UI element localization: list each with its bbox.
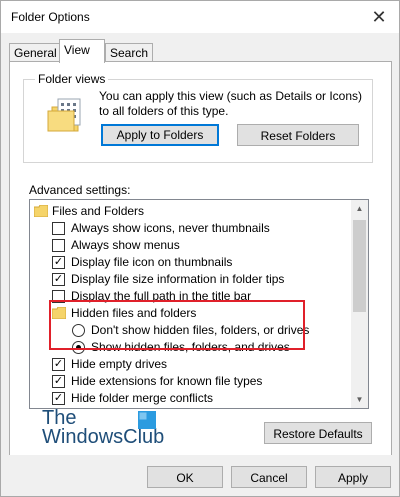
- cancel-button[interactable]: Cancel: [231, 466, 307, 488]
- checkbox-checked[interactable]: ✓: [52, 256, 65, 269]
- tab-search[interactable]: Search: [105, 43, 154, 62]
- ok-button[interactable]: OK: [147, 466, 223, 488]
- dialog-footer: OK Cancel Apply: [1, 455, 399, 496]
- apply-to-folders-button[interactable]: Apply to Folders: [101, 124, 219, 146]
- checkbox-checked[interactable]: ✓: [52, 273, 65, 286]
- folder-options-window: Folder Options ✕ General View Search Fol…: [0, 0, 400, 497]
- list-item-label: Hide extensions for known file types: [71, 374, 263, 388]
- folder-views-legend: Folder views: [35, 72, 109, 86]
- logo-square-icon: [138, 411, 156, 429]
- list-item-label: Display file size information in folder …: [71, 272, 285, 286]
- scroll-up-icon[interactable]: ▲: [351, 200, 368, 217]
- reset-folders-button[interactable]: Reset Folders: [237, 124, 359, 146]
- close-icon[interactable]: ✕: [367, 5, 391, 29]
- checkbox-checked[interactable]: ✓: [52, 392, 65, 405]
- scroll-down-icon[interactable]: ▼: [351, 391, 368, 408]
- title-bar[interactable]: Folder Options ✕: [1, 1, 399, 33]
- highlight-box: [49, 300, 305, 350]
- checkbox-checked[interactable]: ✓: [52, 375, 65, 388]
- list-item-label: Display file icon on thumbnails: [71, 255, 233, 269]
- checkbox[interactable]: [52, 222, 65, 235]
- watermark-line2: WindowsClub: [42, 426, 165, 448]
- apply-button[interactable]: Apply: [315, 466, 391, 488]
- list-item-label: Hide empty drives: [71, 357, 168, 371]
- list-item-label: Always show icons, never thumbnails: [71, 221, 270, 235]
- folder-icon: [34, 205, 48, 217]
- checkbox[interactable]: [52, 239, 65, 252]
- list-item-label: Files and Folders: [52, 204, 145, 218]
- restore-defaults-button[interactable]: Restore Defaults: [264, 422, 372, 444]
- window-title: Folder Options: [11, 10, 90, 24]
- tab-general[interactable]: General: [9, 43, 62, 62]
- folder-view-icon: [47, 98, 81, 132]
- advanced-settings-label: Advanced settings:: [29, 183, 131, 197]
- folder-views-description: You can apply this view (such as Details…: [99, 89, 363, 118]
- list-item-label: Hide folder merge conflicts: [71, 391, 214, 405]
- checkbox-checked[interactable]: ✓: [52, 358, 65, 371]
- scrollbar-thumb[interactable]: [353, 220, 366, 312]
- list-item-label: Always show menus: [71, 238, 180, 252]
- tab-view[interactable]: View: [59, 39, 105, 63]
- vertical-scrollbar[interactable]: ▲ ▼: [351, 200, 368, 408]
